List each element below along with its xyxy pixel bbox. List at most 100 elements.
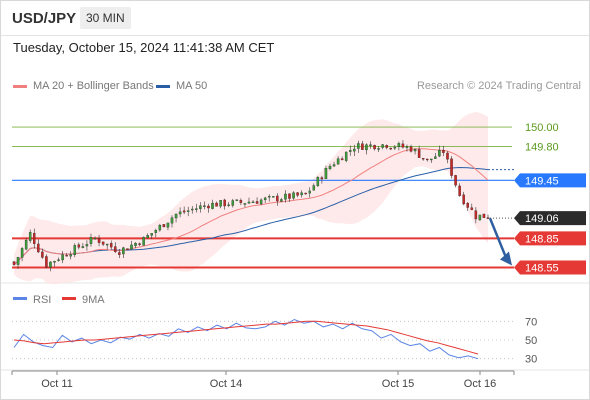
- candle-body: [166, 222, 170, 228]
- candle-body: [263, 197, 267, 201]
- candle-body: [300, 192, 303, 196]
- candle-body: [482, 213, 486, 218]
- candle-body: [118, 252, 121, 255]
- candle-body: [122, 247, 125, 255]
- candle-body: [219, 200, 222, 207]
- candle-body: [255, 201, 259, 204]
- candle-body: [393, 147, 397, 149]
- candle-body: [73, 245, 77, 256]
- rsi-tick-label: 50: [525, 335, 537, 347]
- legend-swatch-rsi: [13, 297, 27, 300]
- candle-body: [340, 158, 344, 161]
- candle-body: [97, 238, 101, 243]
- candle-body: [434, 156, 437, 159]
- candle-body: [381, 144, 384, 148]
- candle-body: [16, 257, 20, 265]
- bollinger-band: [14, 111, 488, 285]
- candle-body: [397, 143, 401, 148]
- candle-body: [203, 205, 206, 207]
- candle-body: [24, 239, 28, 250]
- candle-body: [93, 237, 97, 240]
- candle-body: [41, 251, 44, 258]
- support-level-label: 148.55: [525, 262, 559, 274]
- candle-body: [466, 202, 469, 208]
- candle-body: [361, 143, 364, 150]
- candle-body: [61, 254, 64, 261]
- candle-body: [409, 146, 413, 152]
- rsi-9ma-line: [13, 320, 479, 355]
- candle-body: [336, 158, 340, 165]
- rsi-tick-label: 70: [525, 316, 537, 328]
- candle-body: [328, 165, 332, 170]
- candle-body: [421, 157, 425, 160]
- candle-body: [276, 195, 279, 202]
- candle-body: [49, 261, 52, 268]
- candle-body: [389, 147, 393, 150]
- pivot-level-label: 149.45: [525, 175, 559, 187]
- candle-body: [486, 217, 490, 219]
- rsi-tick-label: 30: [525, 354, 537, 366]
- candle-body: [458, 185, 461, 196]
- candle-body: [85, 244, 89, 247]
- candle-body: [191, 208, 194, 211]
- candle-body: [195, 208, 198, 210]
- candle-body: [280, 199, 283, 202]
- candle-body: [178, 211, 182, 215]
- target-level-label: 150.00: [525, 122, 559, 134]
- candle-body: [474, 210, 478, 220]
- candle-body: [227, 204, 230, 206]
- candle-body: [401, 143, 405, 148]
- candle-body: [332, 164, 336, 167]
- candle-body: [223, 199, 226, 207]
- candle-body: [162, 224, 166, 228]
- candle-body: [272, 196, 275, 198]
- x-tick-label: Oct 16: [464, 378, 496, 390]
- candle-body: [134, 243, 137, 246]
- candle-body: [454, 175, 457, 186]
- legend-label-9ma: 9MA: [82, 294, 105, 306]
- target-level-label: 149.80: [525, 141, 559, 153]
- x-tick-label: Oct 11: [41, 378, 73, 390]
- candle-body: [20, 248, 24, 258]
- candle-body: [284, 193, 287, 200]
- candle-body: [296, 192, 299, 196]
- candle-body: [247, 201, 251, 204]
- candle-body: [215, 202, 218, 207]
- candle-body: [33, 232, 36, 244]
- candle-body: [158, 224, 162, 231]
- candle-body: [430, 158, 433, 161]
- candle-body: [130, 244, 133, 250]
- candle-body: [292, 192, 295, 199]
- candle-body: [37, 243, 40, 253]
- candle-body: [182, 210, 186, 213]
- candle-body: [446, 152, 449, 160]
- candle-body: [69, 254, 72, 257]
- candle-body: [77, 244, 81, 248]
- candle-body: [207, 205, 210, 209]
- candle-body: [142, 236, 145, 246]
- candle-body: [377, 148, 380, 150]
- candle-body: [57, 259, 60, 261]
- candle-body: [170, 217, 174, 224]
- candle-body: [304, 192, 307, 195]
- candle-body: [267, 196, 271, 198]
- candle-body: [316, 177, 320, 186]
- candle-body: [442, 150, 445, 153]
- candle-body: [199, 205, 202, 209]
- candle-body: [138, 243, 141, 245]
- candle-body: [413, 149, 417, 152]
- candle-body: [344, 151, 348, 161]
- candle-body: [28, 232, 32, 241]
- candle-body: [251, 201, 255, 204]
- candle-body: [450, 158, 453, 176]
- candle-body: [114, 246, 117, 252]
- candle-body: [308, 190, 311, 194]
- candle-body: [81, 246, 85, 248]
- candle-body: [369, 144, 372, 146]
- candle-body: [438, 149, 441, 157]
- candle-body: [312, 185, 316, 191]
- candle-body: [324, 168, 328, 179]
- candle-body: [425, 158, 429, 161]
- candle-body: [126, 248, 129, 250]
- price-chart: 150.00 149.80 149.45 149.06 148.85 148.55 RSI 9…: [1, 111, 589, 390]
